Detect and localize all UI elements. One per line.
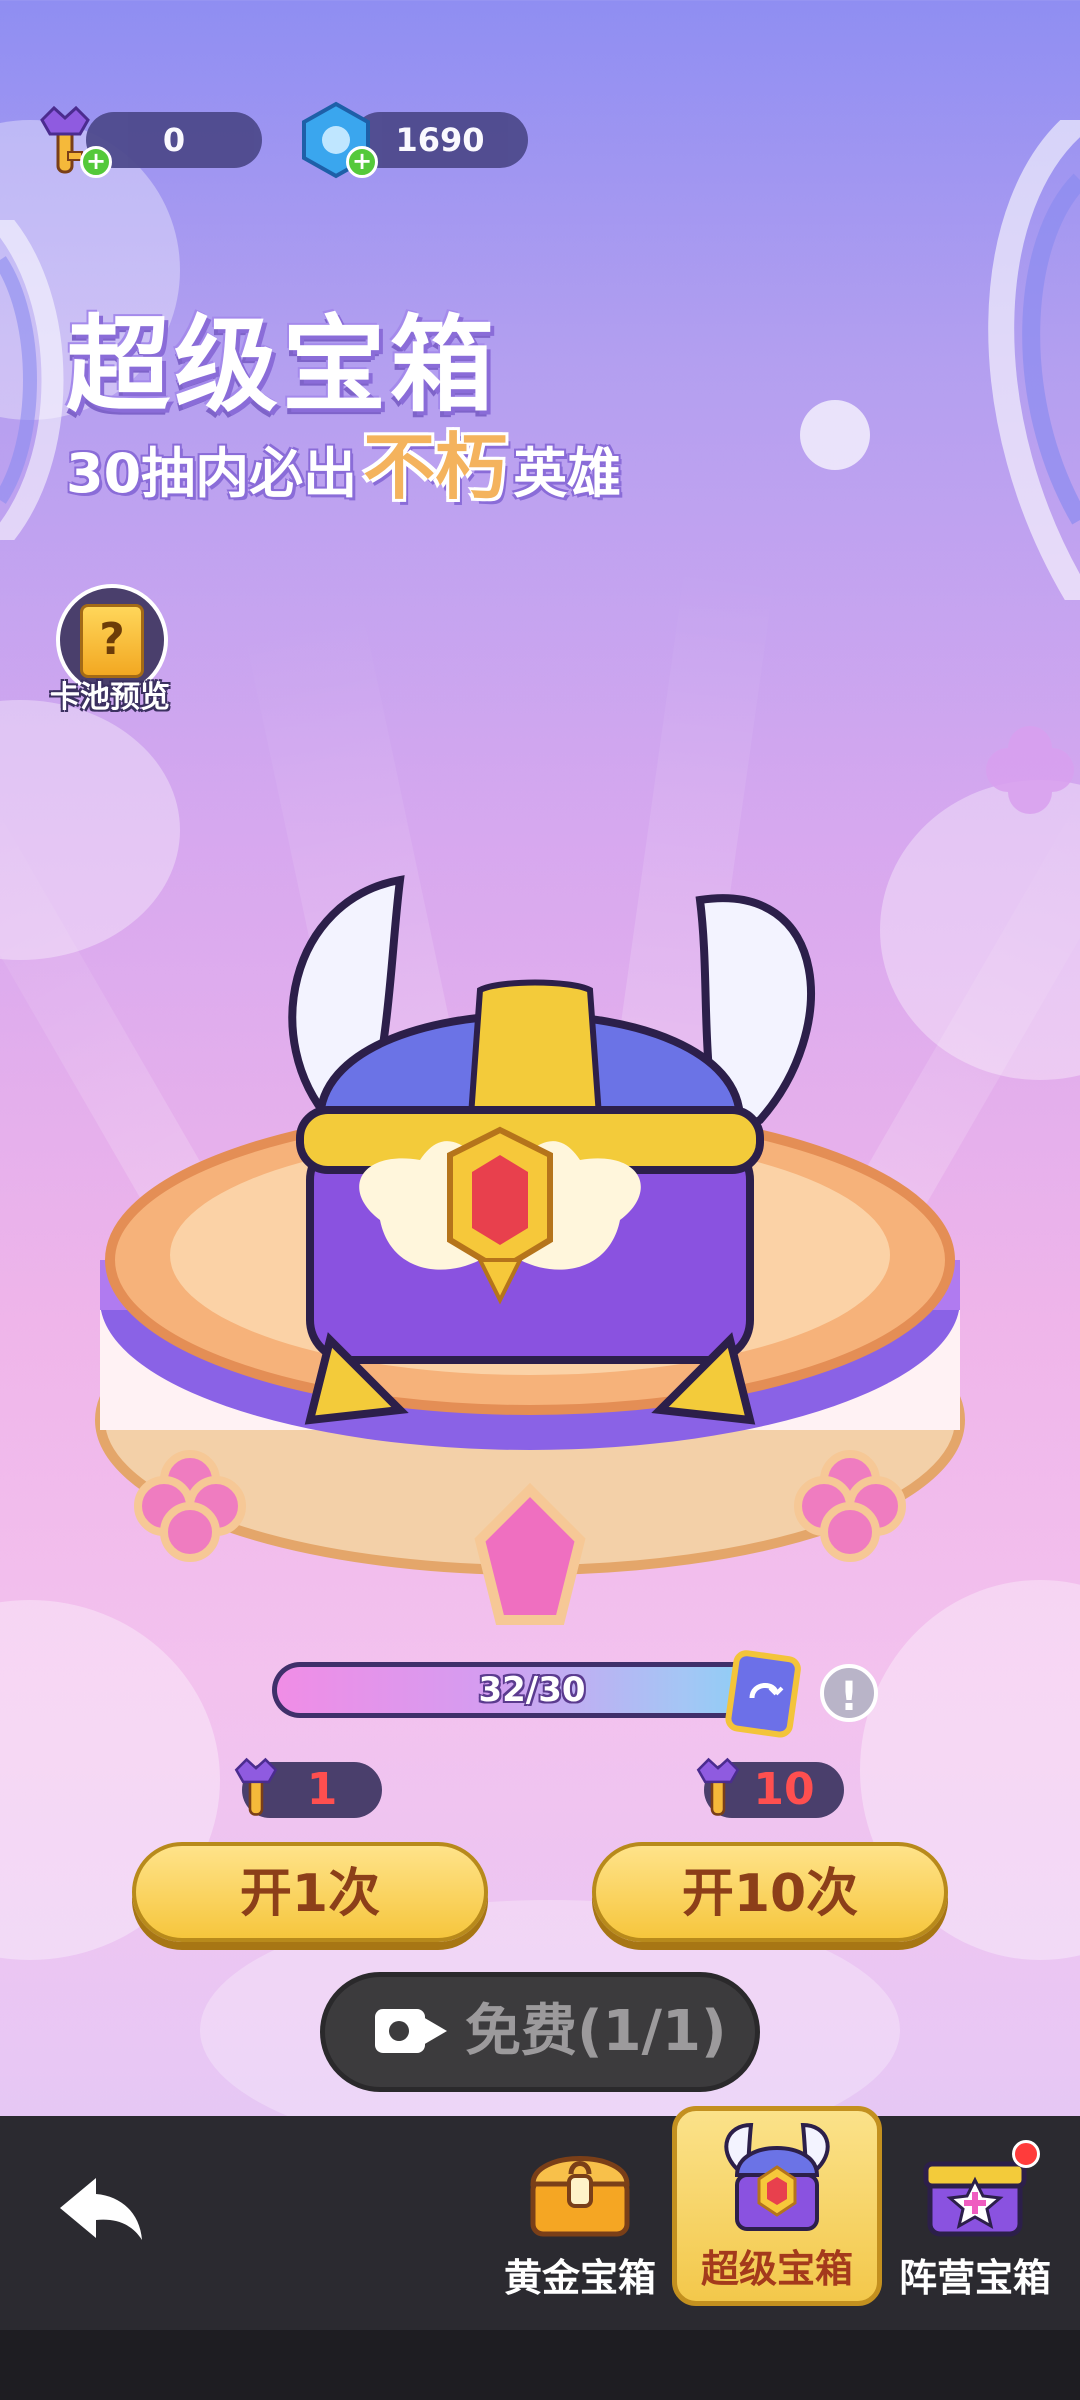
super-chest-icon — [724, 2122, 830, 2231]
gem-count: 1690 — [395, 121, 485, 159]
purple-key-icon — [696, 1757, 740, 1816]
open-once-button[interactable]: 开1次 — [132, 1842, 488, 1942]
single-cost-value: 1 — [306, 1764, 338, 1815]
key-counter: 0 — [86, 112, 262, 168]
free-button-label: 免费(1/1) — [465, 1999, 727, 2064]
progress-text: 32/30 — [478, 1670, 586, 1710]
super-chest-illustration — [95, 875, 965, 1625]
page-subtitle: 30抽内必出不朽 英雄 — [66, 408, 621, 513]
gold-chest-icon — [530, 2156, 630, 2237]
tab-super-chest-label: 超级宝箱 — [700, 2247, 853, 2291]
tab-super-chest[interactable]: 超级宝箱 — [672, 2106, 882, 2306]
info-button[interactable]: ! — [820, 1664, 878, 1722]
free-video-button[interactable]: 免费(1/1) — [320, 1972, 760, 2092]
gem-counter: 1690 — [352, 112, 528, 168]
tab-gold-chest[interactable]: 黄金宝箱 — [485, 2120, 675, 2310]
add-gems-button[interactable]: + — [346, 146, 378, 178]
key-count: 0 — [162, 121, 186, 159]
subtitle-suffix: 英雄 — [513, 442, 622, 505]
system-nav-area — [0, 2330, 1080, 2400]
subtitle-prefix: 30抽内必出 — [66, 442, 358, 505]
tab-faction-chest-label: 阵营宝箱 — [898, 2256, 1051, 2300]
add-keys-button[interactable]: + — [80, 146, 112, 178]
ten-cost-value: 10 — [753, 1764, 815, 1815]
tab-gold-chest-label: 黄金宝箱 — [503, 2256, 656, 2300]
tab-faction-chest[interactable]: 阵营宝箱 — [880, 2120, 1070, 2310]
purple-key-icon — [234, 1757, 278, 1816]
open-ten-button[interactable]: 开10次 — [592, 1842, 948, 1942]
question-card-icon: ? — [80, 604, 144, 678]
back-arrow-icon[interactable] — [56, 2170, 146, 2250]
guarantee-progress-bar: 32/30 — [272, 1662, 792, 1718]
video-camera-icon — [375, 2009, 447, 2053]
notification-badge — [1012, 2140, 1040, 2168]
pool-preview-label: 卡池预览 — [50, 680, 170, 715]
hero-card-icon — [725, 1650, 801, 1738]
subtitle-highlight: 不朽 — [363, 425, 508, 509]
